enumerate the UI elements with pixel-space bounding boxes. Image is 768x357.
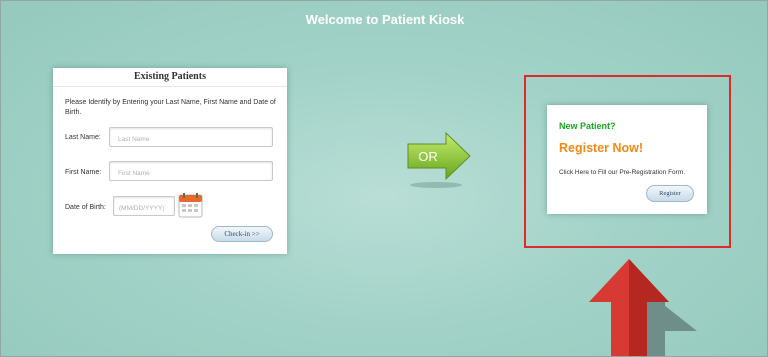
up-arrow-icon xyxy=(589,259,697,356)
pre-registration-text: Click Here to Fill our Pre-Registration … xyxy=(559,169,686,176)
register-button[interactable]: Register xyxy=(646,185,694,202)
first-name-label: First Name: xyxy=(65,169,102,176)
calendar-icon[interactable] xyxy=(178,192,203,218)
existing-patients-instructions: Please Identify by Entering your Last Na… xyxy=(65,99,276,116)
page-title: Welcome to Patient Kiosk xyxy=(305,12,465,27)
new-patient-card[interactable]: New Patient? Register Now! Click Here to… xyxy=(547,105,707,214)
last-name-field[interactable] xyxy=(109,127,273,149)
dob-field[interactable] xyxy=(113,196,175,218)
existing-patients-title: Existing Patients xyxy=(53,68,287,87)
new-patient-heading: New Patient? xyxy=(559,121,616,131)
last-name-input[interactable] xyxy=(110,130,272,149)
register-now-link[interactable]: Register Now! xyxy=(559,141,643,155)
kiosk-background: Welcome to Patient Kiosk Existing Patien… xyxy=(0,0,768,357)
existing-patients-card: Existing Patients Please Identify by Ent… xyxy=(53,68,287,254)
check-in-button[interactable]: Check-in >> xyxy=(211,226,273,242)
right-arrow-icon: OR xyxy=(407,132,471,188)
or-label: OR xyxy=(418,149,438,164)
dob-input[interactable] xyxy=(114,199,174,218)
first-name-input[interactable] xyxy=(110,164,272,183)
last-name-label: Last Name: xyxy=(65,134,101,141)
first-name-field[interactable] xyxy=(109,161,273,183)
dob-label: Date of Birth: xyxy=(65,204,106,211)
